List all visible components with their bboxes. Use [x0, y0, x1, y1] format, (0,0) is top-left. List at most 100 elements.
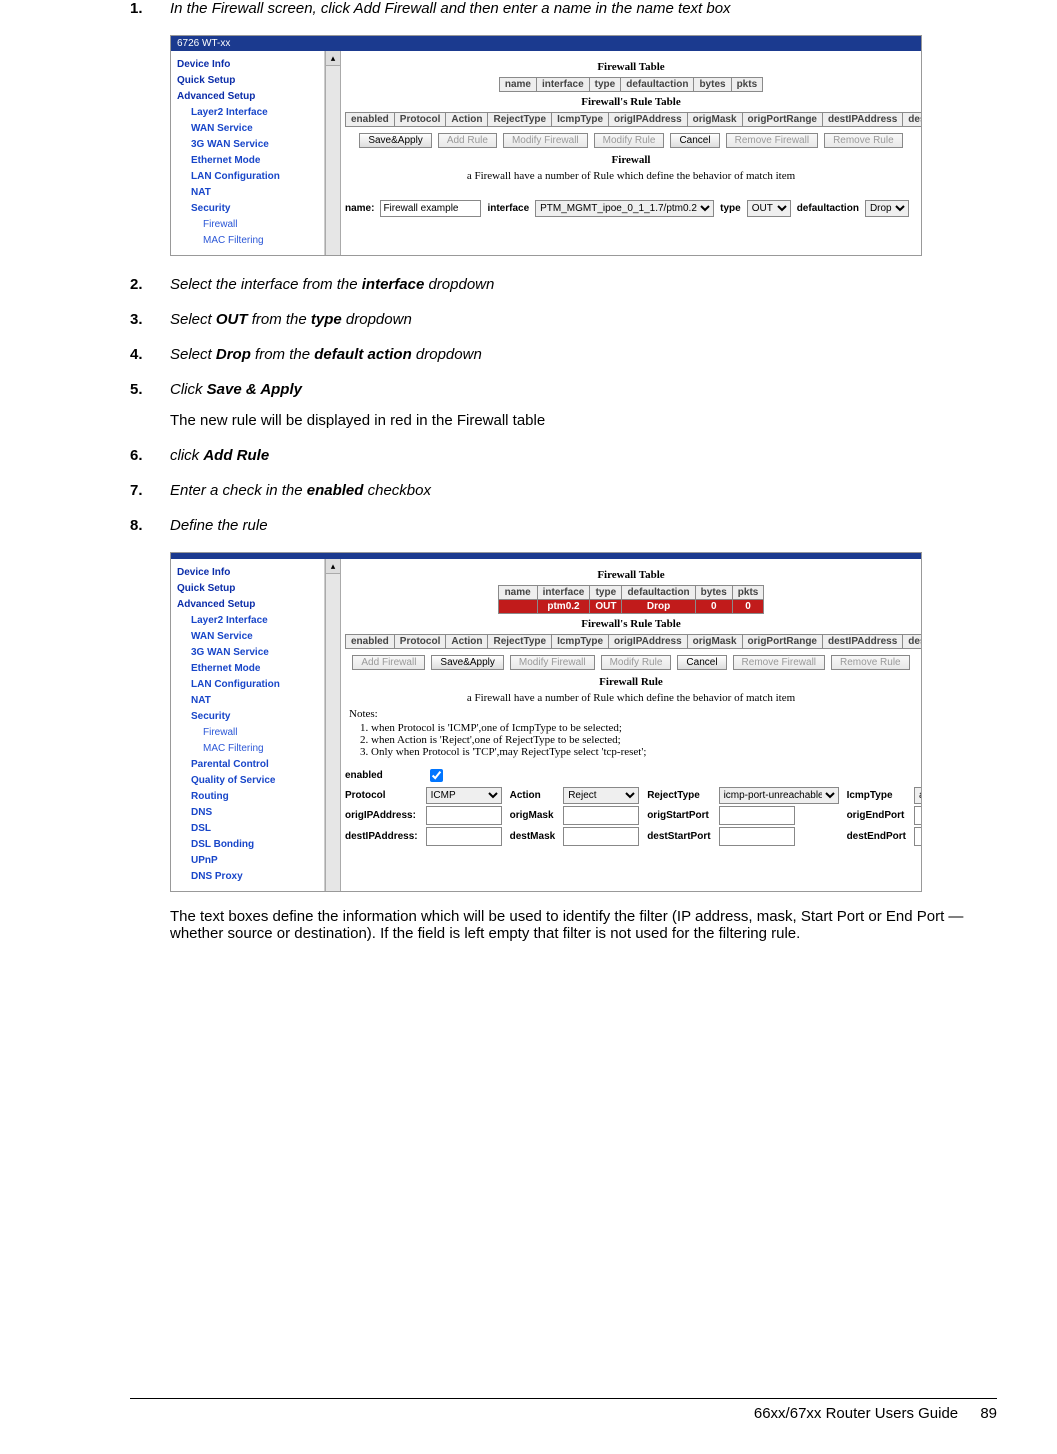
remove-rule-button[interactable]: Remove Rule: [824, 133, 903, 148]
sidebar-item[interactable]: DSL Bonding: [175, 837, 320, 853]
enabled-checkbox[interactable]: [430, 769, 443, 782]
sidebar-item[interactable]: Parental Control: [175, 757, 320, 773]
remove-firewall-button[interactable]: Remove Firewall: [733, 655, 825, 670]
enabled-label: enabled: [345, 770, 418, 781]
deststartport-label: destStartPort: [647, 831, 710, 842]
sidebar-item[interactable]: Advanced Setup: [175, 89, 320, 105]
origip-input[interactable]: [426, 806, 502, 825]
remove-firewall-button[interactable]: Remove Firewall: [726, 133, 818, 148]
modify-rule-button[interactable]: Modify Rule: [601, 655, 672, 670]
sidebar-item[interactable]: Ethernet Mode: [175, 153, 320, 169]
deststartport-input[interactable]: [719, 827, 795, 846]
type-select[interactable]: OUT: [747, 200, 791, 217]
sidebar-item[interactable]: Firewall: [175, 725, 320, 741]
origstartport-label: origStartPort: [647, 810, 710, 821]
action-label: Action: [510, 790, 556, 801]
modify-firewall-button[interactable]: Modify Firewall: [503, 133, 588, 148]
add-rule-button[interactable]: Add Rule: [438, 133, 497, 148]
firewall-table: nameinterfacetypedefaultactionbytespkts …: [498, 585, 765, 614]
sidebar-item[interactable]: DNS Proxy: [175, 869, 320, 885]
step-number: 2.: [130, 276, 170, 293]
sidebar-item[interactable]: LAN Configuration: [175, 169, 320, 185]
destmask-input[interactable]: [563, 827, 639, 846]
save-apply-button[interactable]: Save&Apply: [359, 133, 431, 148]
action-select[interactable]: Reject: [563, 787, 639, 804]
icmptype-select[interactable]: any: [914, 787, 921, 804]
cancel-button[interactable]: Cancel: [670, 133, 719, 148]
sidebar-item[interactable]: Device Info: [175, 565, 320, 581]
firewall-subtext: a Firewall have a number of Rule which d…: [345, 170, 917, 182]
notes-block: Notes: when Protocol is 'ICMP',one of Ic…: [349, 708, 917, 758]
step-text: Click Save & Apply: [170, 381, 997, 398]
sidebar-item[interactable]: Quality of Service: [175, 773, 320, 789]
interface-label: interface: [487, 203, 529, 214]
sidebar-item[interactable]: DNS: [175, 805, 320, 821]
firewall-table: nameinterfacetypedefaultactionbytespkts: [499, 77, 763, 92]
sidebar-item[interactable]: Quick Setup: [175, 73, 320, 89]
destmask-label: destMask: [510, 831, 556, 842]
origstartport-input[interactable]: [719, 806, 795, 825]
origip-label: origIPAddress:: [345, 810, 418, 821]
name-input[interactable]: [380, 200, 481, 217]
sidebar-item[interactable]: Security: [175, 201, 320, 217]
step-number: 6.: [130, 447, 170, 464]
sidebar-item[interactable]: Advanced Setup: [175, 597, 320, 613]
step-text: Select the interface from the interface …: [170, 276, 997, 293]
remove-rule-button[interactable]: Remove Rule: [831, 655, 910, 670]
sidebar-item[interactable]: Quick Setup: [175, 581, 320, 597]
nav-sidebar: Device InfoQuick SetupAdvanced SetupLaye…: [171, 559, 325, 891]
destip-input[interactable]: [426, 827, 502, 846]
sidebar-item[interactable]: Layer2 Interface: [175, 105, 320, 121]
step-number: 7.: [130, 482, 170, 499]
footer-title: 66xx/67xx Router Users Guide: [754, 1405, 958, 1422]
sidebar-item[interactable]: NAT: [175, 185, 320, 201]
sidebar-item[interactable]: NAT: [175, 693, 320, 709]
origendport-input[interactable]: [914, 806, 921, 825]
origmask-input[interactable]: [563, 806, 639, 825]
defaultaction-select[interactable]: Drop: [865, 200, 909, 217]
save-apply-button[interactable]: Save&Apply: [431, 655, 503, 670]
rejecttype-select[interactable]: icmp-port-unreachable: [719, 787, 839, 804]
sidebar-item[interactable]: LAN Configuration: [175, 677, 320, 693]
sidebar-item[interactable]: UPnP: [175, 853, 320, 869]
nav-sidebar: Device InfoQuick SetupAdvanced SetupLaye…: [171, 51, 325, 255]
protocol-select[interactable]: ICMP: [426, 787, 502, 804]
step-text: Enter a check in the enabled checkbox: [170, 482, 997, 499]
step-text: Define the rule: [170, 517, 997, 534]
destip-label: destIPAddress:: [345, 831, 418, 842]
sidebar-item[interactable]: MAC Filtering: [175, 741, 320, 757]
sidebar-item[interactable]: Device Info: [175, 57, 320, 73]
firewall-rule-table: enabledProtocolActionRejectTypeIcmpTypeo…: [345, 634, 921, 649]
step-text: In the Firewall screen, click Add Firewa…: [170, 0, 997, 17]
sidebar-scrollbar[interactable]: ▴: [325, 51, 341, 255]
interface-select[interactable]: PTM_MGMT_ipoe_0_1_1.7/ptm0.2: [535, 200, 714, 217]
defaultaction-label: defaultaction: [797, 203, 859, 214]
sidebar-item[interactable]: Layer2 Interface: [175, 613, 320, 629]
add-firewall-button[interactable]: Add Firewall: [352, 655, 425, 670]
firewall-subtext: a Firewall have a number of Rule which d…: [345, 692, 917, 704]
modify-firewall-button[interactable]: Modify Firewall: [510, 655, 595, 670]
sidebar-item[interactable]: WAN Service: [175, 121, 320, 137]
cancel-button[interactable]: Cancel: [677, 655, 726, 670]
step5-result: The new rule will be displayed in red in…: [170, 412, 997, 429]
modify-rule-button[interactable]: Modify Rule: [594, 133, 665, 148]
embedded-screenshot-1: 6726 WT-xx Device InfoQuick SetupAdvance…: [170, 35, 922, 256]
firewall-table-title: Firewall Table: [345, 61, 917, 73]
sidebar-item[interactable]: DSL: [175, 821, 320, 837]
sidebar-item[interactable]: Security: [175, 709, 320, 725]
sidebar-item[interactable]: Routing: [175, 789, 320, 805]
step8-note: The text boxes define the information wh…: [170, 908, 997, 942]
sidebar-item[interactable]: Firewall: [175, 217, 320, 233]
sidebar-item[interactable]: WAN Service: [175, 629, 320, 645]
destendport-input[interactable]: [914, 827, 921, 846]
sidebar-item[interactable]: MAC Filtering: [175, 233, 320, 249]
scroll-up-icon[interactable]: ▴: [326, 559, 340, 574]
firewall-rule-table: enabledProtocolActionRejectTypeIcmpTypeo…: [345, 112, 921, 127]
sidebar-item[interactable]: Ethernet Mode: [175, 661, 320, 677]
sidebar-item[interactable]: 3G WAN Service: [175, 645, 320, 661]
sidebar-item[interactable]: 3G WAN Service: [175, 137, 320, 153]
sidebar-scrollbar[interactable]: ▴: [325, 559, 341, 891]
scroll-up-icon[interactable]: ▴: [326, 51, 340, 66]
embedded-screenshot-2: Device InfoQuick SetupAdvanced SetupLaye…: [170, 552, 922, 892]
firewall-rule-heading: Firewall Rule: [345, 676, 917, 688]
